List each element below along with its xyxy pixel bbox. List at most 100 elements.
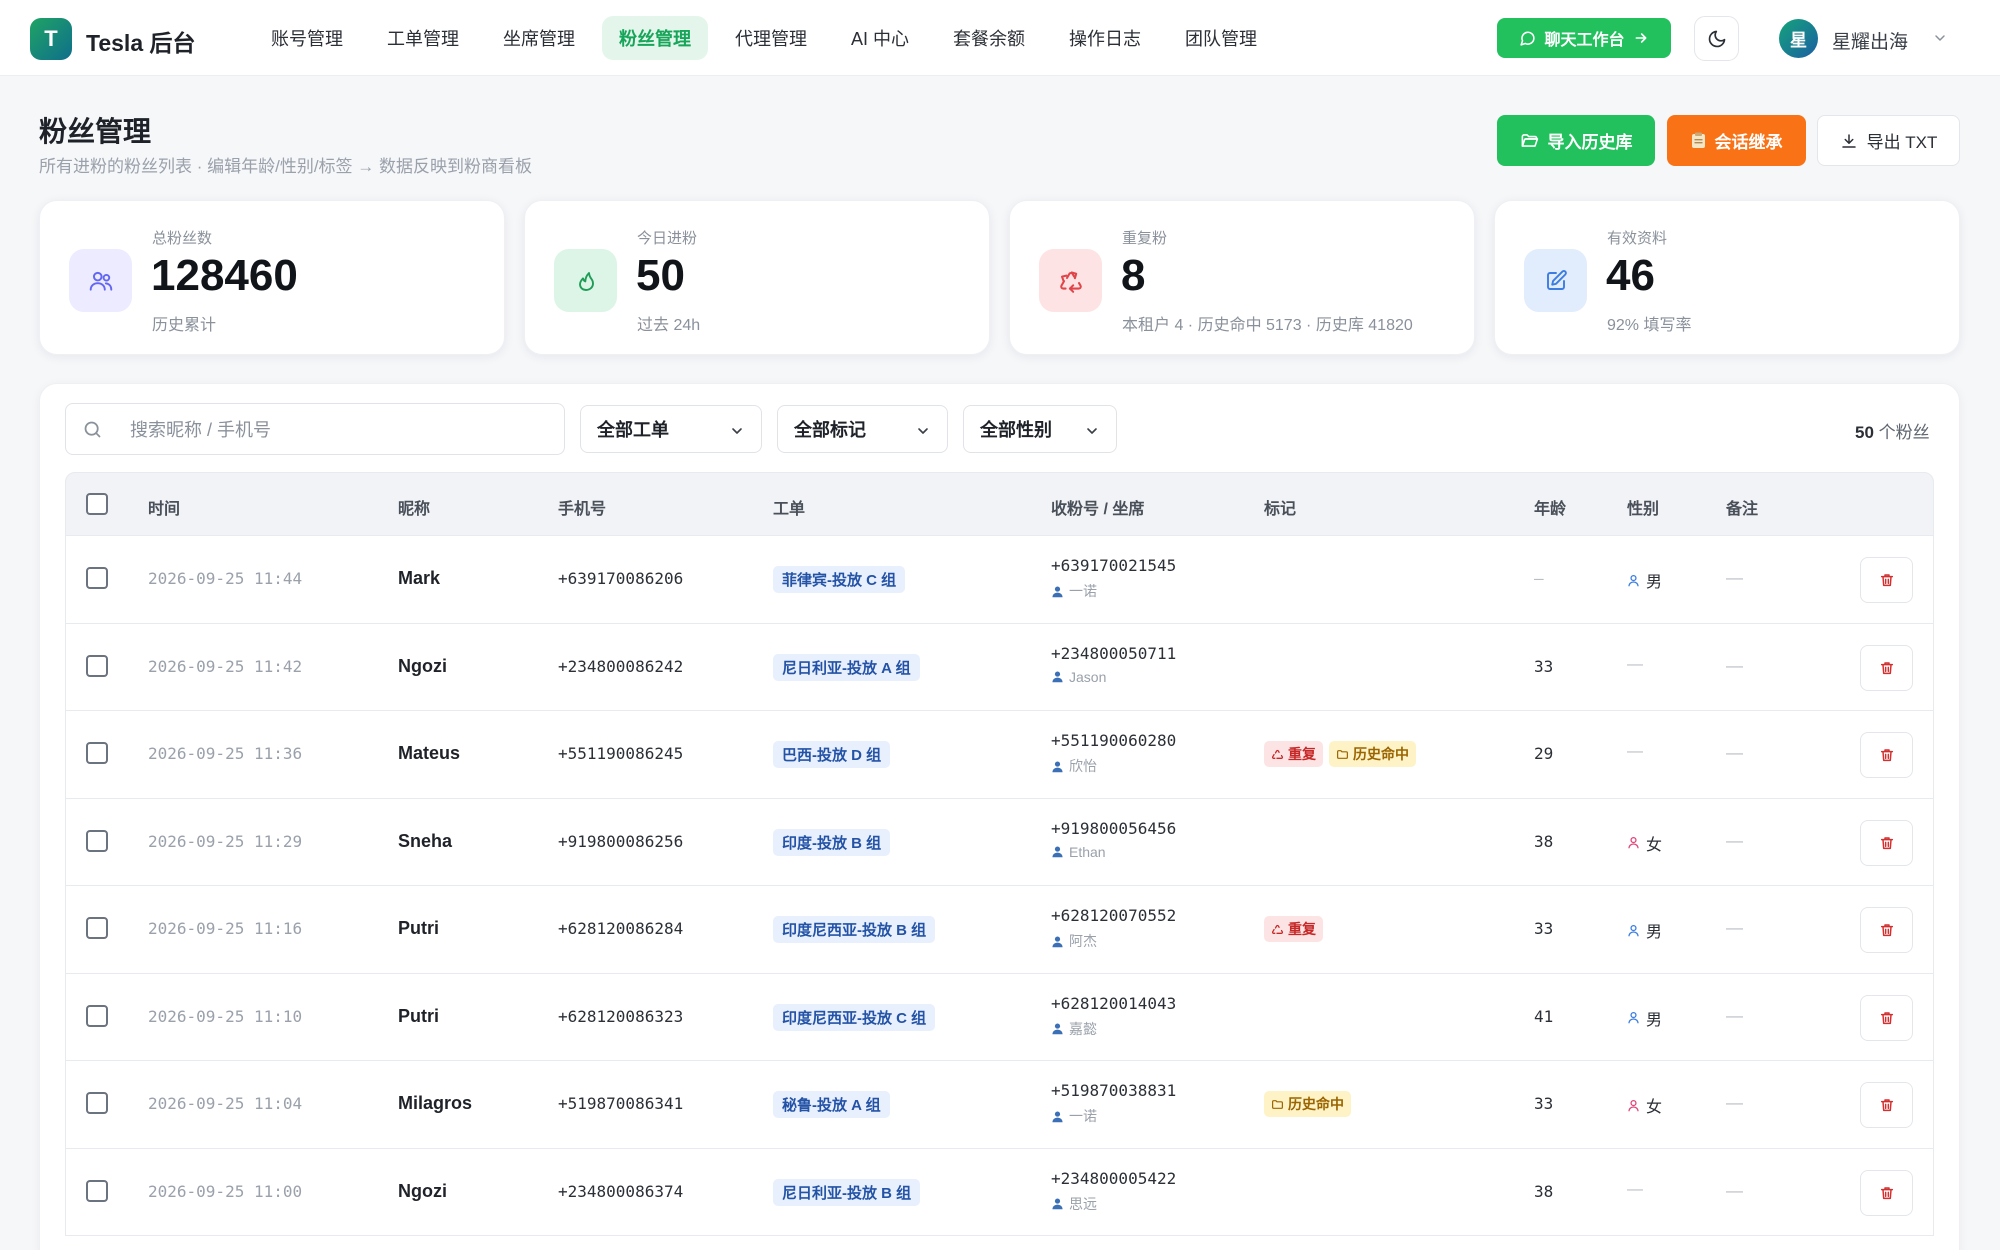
cell-note[interactable]: — — [1726, 1181, 1743, 1201]
theme-toggle-button[interactable] — [1694, 16, 1739, 61]
cell-age[interactable]: 38 — [1534, 832, 1553, 851]
delete-button[interactable] — [1860, 907, 1913, 953]
row-checkbox[interactable] — [86, 1004, 108, 1027]
app-logo[interactable]: T — [30, 18, 72, 60]
chevron-down-icon[interactable] — [1932, 30, 1948, 46]
cell-nickname[interactable]: Mark — [398, 568, 440, 589]
row-checkbox[interactable] — [86, 654, 108, 677]
cell-age[interactable]: 41 — [1534, 1007, 1553, 1026]
moon-icon — [1708, 30, 1725, 47]
header-age[interactable]: 年龄 — [1534, 495, 1566, 519]
row-checkbox[interactable] — [86, 917, 108, 939]
select-all-checkbox[interactable] — [86, 493, 108, 515]
stat-card-today-fans: 今日进粉 50 过去 24h — [524, 200, 990, 355]
table-row[interactable]: 2026-09-25 11:36 Mateus +551190086245 巴西… — [65, 711, 1934, 799]
cell-time: 2026-09-25 11:04 — [148, 1094, 303, 1113]
table-row[interactable]: 2026-09-25 11:16 Putri +628120086284 印度尼… — [65, 886, 1934, 974]
session-inherit-button[interactable]: 会话继承 — [1667, 115, 1806, 166]
delete-button[interactable] — [1860, 994, 1913, 1041]
nav-item-orders[interactable]: 工单管理 — [370, 16, 476, 60]
cell-note[interactable]: — — [1726, 1093, 1743, 1113]
user-avatar[interactable]: 星 — [1779, 19, 1818, 58]
table-body: 2026-09-25 11:44 Mark +639170086206 菲律宾-… — [65, 536, 1934, 1236]
delete-button[interactable] — [1860, 557, 1913, 603]
cell-gender[interactable]: — — [1627, 656, 1643, 674]
nav-item-team[interactable]: 团队管理 — [1168, 16, 1274, 60]
cell-nickname[interactable]: Putri — [398, 1006, 439, 1027]
cell-nickname[interactable]: Ngozi — [398, 656, 447, 677]
cell-gender[interactable]: 男 — [1627, 568, 1662, 592]
cell-age[interactable]: 33 — [1534, 919, 1553, 938]
delete-button[interactable] — [1860, 644, 1913, 691]
delete-button[interactable] — [1860, 1169, 1913, 1216]
table-row[interactable]: 2026-09-25 11:42 Ngozi +234800086242 尼日利… — [65, 623, 1934, 711]
header-phone[interactable]: 手机号 — [558, 495, 606, 519]
row-checkbox[interactable] — [86, 742, 108, 764]
nav-item-seats[interactable]: 坐席管理 — [486, 16, 592, 60]
folder-icon — [1337, 749, 1348, 759]
cell-nickname[interactable]: Milagros — [398, 1093, 472, 1114]
cell-note[interactable]: — — [1726, 1006, 1743, 1026]
nav-item-operation-log[interactable]: 操作日志 — [1052, 16, 1158, 60]
cell-age[interactable]: 33 — [1534, 657, 1553, 676]
chat-workbench-button[interactable]: 聊天工作台 — [1497, 18, 1671, 58]
header-receiver[interactable]: 收粉号 / 坐席 — [1051, 495, 1144, 519]
search-input[interactable] — [130, 416, 550, 444]
delete-button[interactable] — [1860, 1082, 1913, 1128]
cell-nickname[interactable]: Mateus — [398, 743, 460, 764]
cell-note[interactable]: — — [1726, 656, 1743, 676]
table-row[interactable]: 2026-09-25 11:10 Putri +628120086323 印度尼… — [65, 973, 1934, 1061]
nav-item-ai-center[interactable]: AI 中心 — [834, 16, 926, 60]
header-note[interactable]: 备注 — [1726, 495, 1758, 519]
delete-button[interactable] — [1860, 732, 1913, 778]
import-history-button[interactable]: 导入历史库 — [1497, 115, 1655, 166]
cell-age[interactable]: 38 — [1534, 1182, 1553, 1201]
cell-note[interactable]: — — [1726, 568, 1743, 588]
header-order[interactable]: 工单 — [773, 495, 805, 519]
gender-person-icon — [1628, 1099, 1639, 1111]
export-txt-button[interactable]: 导出 TXT — [1817, 115, 1960, 166]
header-tags[interactable]: 标记 — [1264, 495, 1296, 519]
header-gender[interactable]: 性别 — [1627, 495, 1659, 519]
seat-name: 阿杰 — [1069, 933, 1097, 949]
row-checkbox[interactable] — [86, 1092, 108, 1114]
table-row[interactable]: 2026-09-25 11:44 Mark +639170086206 菲律宾-… — [65, 536, 1934, 624]
cell-nickname[interactable]: Ngozi — [398, 1181, 447, 1202]
cell-note[interactable]: — — [1726, 743, 1743, 763]
cell-nickname[interactable]: Sneha — [398, 831, 452, 852]
header-time[interactable]: 时间 — [148, 495, 180, 519]
cell-nickname[interactable]: Putri — [398, 918, 439, 939]
table-row[interactable]: 2026-09-25 11:29 Sneha +919800086256 印度-… — [65, 798, 1934, 886]
cell-gender[interactable]: 女 — [1627, 831, 1662, 855]
tag-filter-select[interactable]: 全部标记 — [777, 405, 948, 453]
cell-note[interactable]: — — [1726, 831, 1743, 851]
cell-gender[interactable]: — — [1627, 1181, 1643, 1199]
user-name[interactable]: 星耀出海 — [1832, 27, 1908, 54]
nav-item-agents[interactable]: 代理管理 — [718, 16, 824, 60]
nav-item-plan-balance[interactable]: 套餐余额 — [936, 16, 1042, 60]
cell-note[interactable]: — — [1726, 918, 1743, 938]
cell-phone: +628120086284 — [558, 919, 684, 938]
cell-gender[interactable]: 男 — [1627, 1006, 1662, 1030]
cell-gender[interactable]: — — [1627, 743, 1643, 761]
nav-item-fans[interactable]: 粉丝管理 — [602, 16, 708, 60]
cell-age[interactable]: 33 — [1534, 1094, 1553, 1113]
chat-workbench-label: 聊天工作台 — [1544, 32, 1625, 49]
table-row[interactable]: 2026-09-25 11:00 Ngozi +234800086374 尼日利… — [65, 1148, 1934, 1236]
cell-age[interactable]: — — [1534, 569, 1544, 588]
row-checkbox[interactable] — [86, 829, 108, 852]
cell-age[interactable]: 29 — [1534, 744, 1553, 763]
search-box[interactable] — [65, 403, 565, 455]
cell-gender[interactable]: 女 — [1627, 1093, 1662, 1117]
table-row[interactable]: 2026-09-25 11:04 Milagros +519870086341 … — [65, 1061, 1934, 1149]
header-nickname[interactable]: 昵称 — [398, 495, 430, 519]
nav-item-accounts[interactable]: 账号管理 — [254, 16, 360, 60]
seat-name: Ethan — [1069, 843, 1106, 860]
row-checkbox[interactable] — [86, 567, 108, 589]
row-checkbox[interactable] — [86, 1179, 108, 1202]
order-filter-select[interactable]: 全部工单 — [580, 405, 762, 453]
delete-button[interactable] — [1860, 819, 1913, 866]
cell-gender[interactable]: 男 — [1627, 918, 1662, 942]
gender-filter-select[interactable]: 全部性别 — [963, 405, 1117, 453]
cell-receiver: +919800056456 — [1051, 818, 1177, 838]
